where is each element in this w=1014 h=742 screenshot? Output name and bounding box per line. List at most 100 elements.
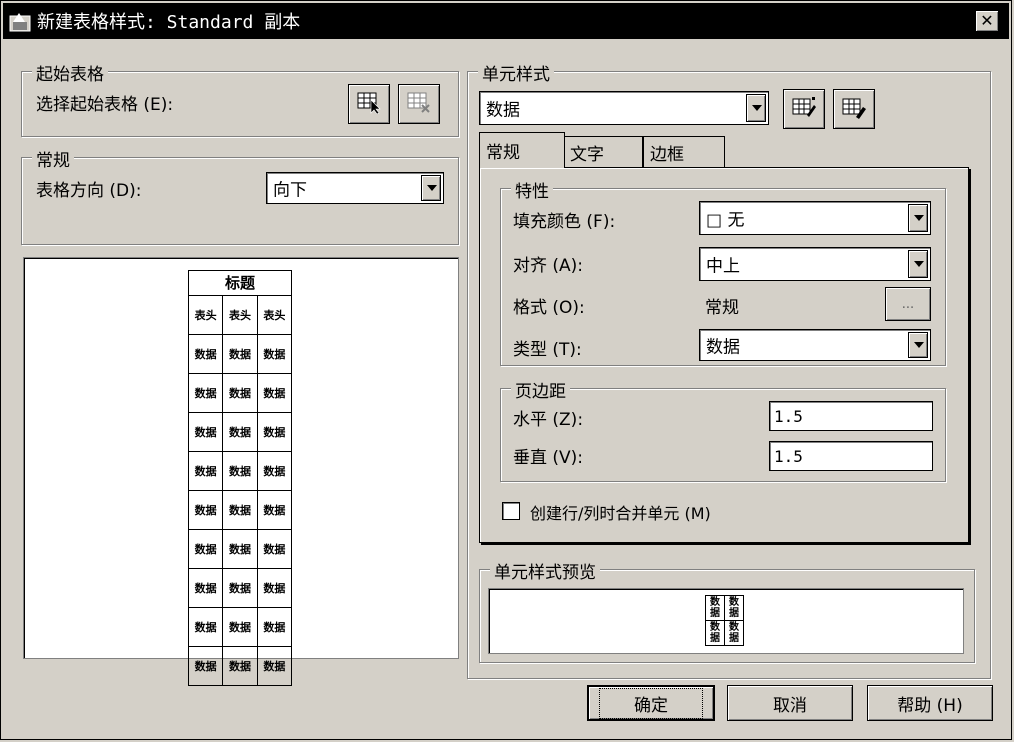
preview-data-cell: 数据 [187,568,224,608]
cell-preview-cell: 数据 [724,595,744,621]
tab-text[interactable]: 文字 [563,136,643,168]
table-direction-label: 表格方向 (D): [36,181,142,201]
tab-borders[interactable]: 边框 [643,136,725,168]
preview-data-cell: 数据 [256,529,293,569]
cell-preview-wrap: 数据 数据 数据 数据 [705,595,744,646]
help-button[interactable]: 帮助 (H) [867,685,993,721]
chevron-down-icon[interactable] [421,175,441,201]
format-value: 常规 [705,298,739,318]
preview-data-row: 数据 数据 数据 [187,529,293,569]
preview-data-cell: 数据 [256,334,293,374]
preview-data-row: 数据 数据 数据 [187,607,293,647]
preview-data-cell: 数据 [256,607,293,647]
preview-table: 标题 表头 表头 表头 数据 数据 数据 数据 数据 数据 数据 数据 数据 数据 数据 数据 数据 数据 数据数… [187,270,293,686]
general-group-label: 常规 [32,146,74,171]
preview-data-cell: 数据 [256,646,293,686]
preview-data-cell: 数据 [187,373,224,413]
preview-header-cell: 表头 [222,295,258,335]
manage-cell-styles-icon [841,95,867,124]
merge-cells-checkbox[interactable] [502,502,520,520]
tab-borders-label: 边框 [650,145,684,165]
preview-data-row: 数据 数据 数据 [187,334,293,374]
create-cell-style-button[interactable] [783,89,825,129]
table-direction-select[interactable]: 向下 [266,172,444,204]
horizontal-margin-input[interactable]: 1.5 [769,401,933,431]
preview-data-cell: 数据 [256,412,293,452]
close-icon: ✕ [980,11,994,30]
preview-data-row: 数据 数据 数据 [187,646,293,686]
cell-style-preview-box: 数据 数据 数据 数据 [488,588,964,654]
table-remove-icon [406,90,432,119]
table-direction-value: 向下 [273,180,307,201]
cell-style-group-label: 单元样式 [478,60,554,85]
cell-preview-cell: 数据 [724,620,744,646]
format-browse-button[interactable]: ... [885,287,931,321]
manage-cell-styles-button[interactable] [833,89,875,129]
alignment-select[interactable]: 中上 [699,247,931,281]
select-starting-table-button[interactable] [348,84,390,124]
preview-data-row: 数据 数据 数据 [187,451,293,491]
type-value: 数据 [706,337,740,358]
chevron-down-icon[interactable] [908,204,928,232]
cell-style-select[interactable]: 数据 [479,91,769,125]
preview-table-wrap: 标题 表头 表头 表头 数据 数据 数据 数据 数据 数据 数据 数据 数据 数据 数据 数据 数据 数据 数据数… [187,270,293,686]
preview-data-cell: 数据 [187,334,224,374]
dialog-window: 新建表格样式: Standard 副本 ✕ 起始表格 选择起始表格 (E): 常… [0,0,1012,740]
type-select[interactable]: 数据 [699,329,931,361]
cell-preview-table: 数据 数据 数据 数据 [705,595,744,646]
vertical-margin-input[interactable]: 1.5 [769,441,933,471]
preview-data-cell: 数据 [187,607,224,647]
starting-table-group-label: 起始表格 [32,60,108,85]
create-cell-style-icon [791,95,817,124]
preview-data-cell: 数据 [222,529,258,569]
horizontal-margin-label: 水平 (Z): [513,410,584,430]
close-button[interactable]: ✕ [975,10,999,32]
preview-data-cell: 数据 [222,334,258,374]
preview-data-cell: 数据 [222,607,258,647]
table-style-preview: 标题 表头 表头 表头 数据 数据 数据 数据 数据 数据 数据 数据 数据 数据 数据 数据 数据 数据 数据数… [23,257,459,686]
preview-data-cell: 数据 [187,412,224,452]
chevron-down-icon[interactable] [908,250,928,278]
merge-cells-label[interactable]: 创建行/列时合并单元 (M) [530,500,711,524]
preview-data-cell: 数据 [222,490,258,530]
tab-general[interactable]: 常规 [479,132,565,168]
select-starting-table-label: 选择起始表格 (E): [36,95,174,115]
preview-data-cell: 数据 [256,568,293,608]
preview-header-cell: 表头 [187,295,224,335]
properties-group-label: 特性 [511,177,553,202]
fill-color-label: 填充颜色 (F): [513,212,616,232]
cell-style-preview-label: 单元样式预览 [490,558,600,583]
preview-header-cell: 表头 [256,295,293,335]
type-label: 类型 (T): [513,340,582,360]
preview-data-cell: 数据 [222,451,258,491]
general-group: 常规 表格方向 (D): 向下 [21,146,459,245]
preview-data-cell: 数据 [187,529,224,569]
chevron-down-icon[interactable] [908,332,928,358]
general-tab-panel: 特性 填充颜色 (F): □ 无 对齐 (A): 中上 格式 (O): 常规 .… [479,167,969,543]
cancel-button-label: 取消 [773,695,807,716]
tab-general-label: 常规 [486,143,520,163]
window-title: 新建表格样式: Standard 副本 [37,12,301,33]
title-bar[interactable]: 新建表格样式: Standard 副本 ✕ [3,3,1009,39]
cell-preview-cell: 数据 [705,595,725,621]
preview-data-cell: 数据 [222,646,258,686]
properties-group: 特性 填充颜色 (F): □ 无 对齐 (A): 中上 格式 (O): 常规 .… [500,177,946,366]
fill-color-select[interactable]: □ 无 [699,201,931,235]
chevron-down-icon[interactable] [746,94,766,122]
preview-data-cell: 数据 [222,412,258,452]
preview-data-cell: 数据 [256,373,293,413]
preview-data-cell: 数据 [187,490,224,530]
cell-style-preview-group: 单元样式预览 数据 数据 数据 数据 [479,558,975,663]
tab-text-label: 文字 [570,145,604,165]
preview-data-cell: 数据 [222,568,258,608]
preview-data-cell: 数据 [187,646,224,686]
remove-starting-table-button[interactable] [398,84,440,124]
app-icon [9,10,31,32]
table-select-icon [356,90,382,119]
starting-table-group: 起始表格 选择起始表格 (E): [21,60,459,137]
vertical-margin-label: 垂直 (V): [513,448,584,468]
ok-button[interactable]: 确定 [587,685,715,721]
cancel-button[interactable]: 取消 [727,685,853,721]
cell-preview-cell: 数据 [705,620,725,646]
preview-data-row: 数据 数据 数据 [187,412,293,452]
